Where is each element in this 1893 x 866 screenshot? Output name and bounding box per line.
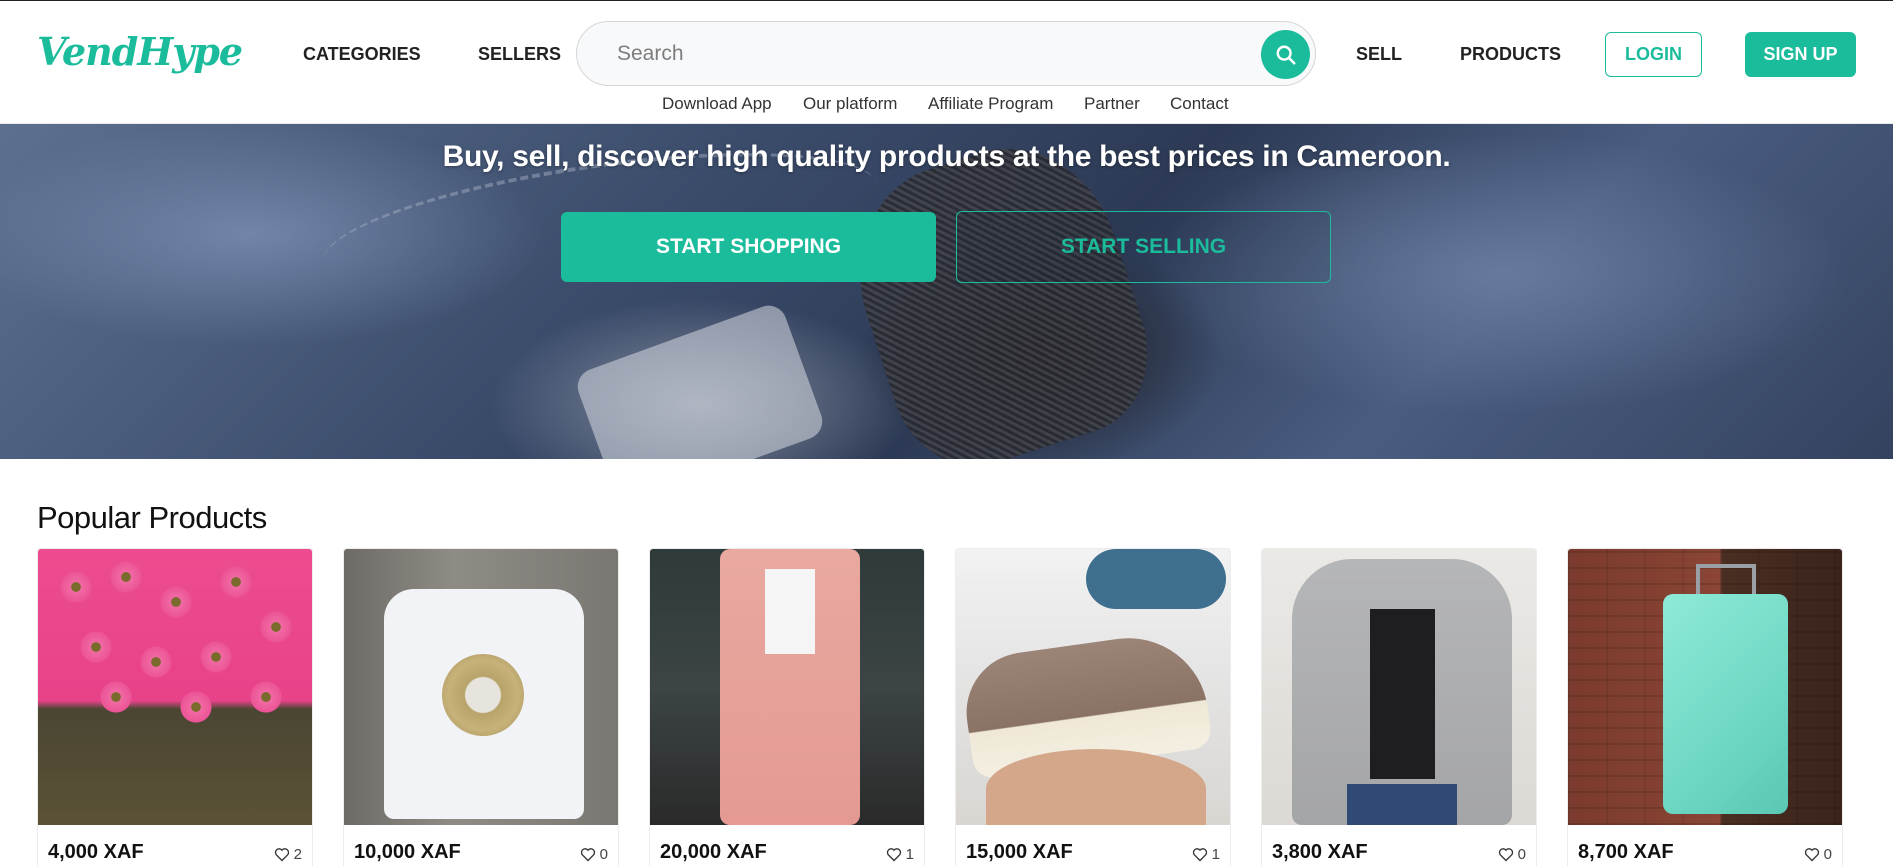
- start-shopping-button[interactable]: START SHOPPING: [561, 212, 936, 282]
- heart-icon: [1804, 848, 1819, 862]
- like-button[interactable]: 1: [1192, 846, 1220, 863]
- product-card[interactable]: 8,700 XAF 0: [1567, 548, 1843, 866]
- vendhype-logo[interactable]: VendHype: [37, 29, 243, 74]
- signup-button[interactable]: SIGN UP: [1745, 32, 1856, 77]
- product-card[interactable]: 4,000 XAF 2: [37, 548, 313, 866]
- like-button[interactable]: 0: [1804, 846, 1832, 863]
- like-count: 1: [1211, 846, 1220, 863]
- nav-sell[interactable]: SELL: [1356, 44, 1402, 65]
- heart-icon: [1192, 848, 1207, 862]
- nav-products[interactable]: PRODUCTS: [1460, 44, 1561, 65]
- heart-icon: [580, 848, 595, 862]
- login-button[interactable]: LOGIN: [1605, 32, 1702, 77]
- hero-tagline: Buy, sell, discover high quality product…: [442, 140, 1451, 173]
- like-count: 0: [1823, 846, 1832, 863]
- product-price: 15,000 XAF: [966, 841, 1073, 863]
- nav-categories[interactable]: CATEGORIES: [303, 44, 421, 65]
- product-card[interactable]: 15,000 XAF 1: [955, 548, 1231, 866]
- search-input[interactable]: [617, 22, 1217, 85]
- product-price: 10,000 XAF: [354, 841, 461, 863]
- site-header: VendHype CATEGORIES SELLERS Download App…: [0, 0, 1893, 124]
- product-price: 20,000 XAF: [660, 841, 767, 863]
- product-grid: 4,000 XAF 2 10,000 XAF 0 20,000 XAF 1 15…: [37, 548, 1857, 866]
- link-our-platform[interactable]: Our platform: [803, 94, 897, 114]
- like-count: 1: [905, 846, 914, 863]
- nav-sellers[interactable]: SELLERS: [478, 44, 561, 65]
- link-affiliate-program[interactable]: Affiliate Program: [928, 94, 1053, 114]
- product-image[interactable]: [38, 549, 312, 825]
- heart-icon: [886, 848, 901, 862]
- product-image[interactable]: [1262, 549, 1536, 825]
- popular-products-title: Popular Products: [37, 500, 267, 535]
- search-button[interactable]: [1261, 30, 1310, 79]
- like-count: 0: [1517, 846, 1526, 863]
- hero-background-detail: [572, 300, 828, 459]
- product-image[interactable]: [344, 549, 618, 825]
- like-count: 2: [293, 846, 302, 863]
- heart-icon: [1498, 848, 1513, 862]
- product-price: 3,800 XAF: [1272, 841, 1368, 863]
- product-image[interactable]: [956, 549, 1230, 825]
- link-contact[interactable]: Contact: [1170, 94, 1229, 114]
- product-image[interactable]: [1568, 549, 1842, 825]
- like-count: 0: [599, 846, 608, 863]
- start-selling-button[interactable]: START SELLING: [956, 211, 1331, 283]
- product-image[interactable]: [650, 549, 924, 825]
- hero-banner: [0, 124, 1893, 459]
- product-card[interactable]: 3,800 XAF 0: [1261, 548, 1537, 866]
- hero-background-detail: [830, 124, 1170, 459]
- search-icon: [1276, 45, 1296, 65]
- product-price: 8,700 XAF: [1578, 841, 1674, 863]
- search-bar: [576, 21, 1316, 86]
- like-button[interactable]: 0: [1498, 846, 1526, 863]
- like-button[interactable]: 1: [886, 846, 914, 863]
- heart-icon: [274, 848, 289, 862]
- link-download-app[interactable]: Download App: [662, 94, 772, 114]
- link-partner[interactable]: Partner: [1084, 94, 1140, 114]
- product-card[interactable]: 10,000 XAF 0: [343, 548, 619, 866]
- like-button[interactable]: 0: [580, 846, 608, 863]
- product-card[interactable]: 20,000 XAF 1: [649, 548, 925, 866]
- product-price: 4,000 XAF: [48, 841, 144, 863]
- like-button[interactable]: 2: [274, 846, 302, 863]
